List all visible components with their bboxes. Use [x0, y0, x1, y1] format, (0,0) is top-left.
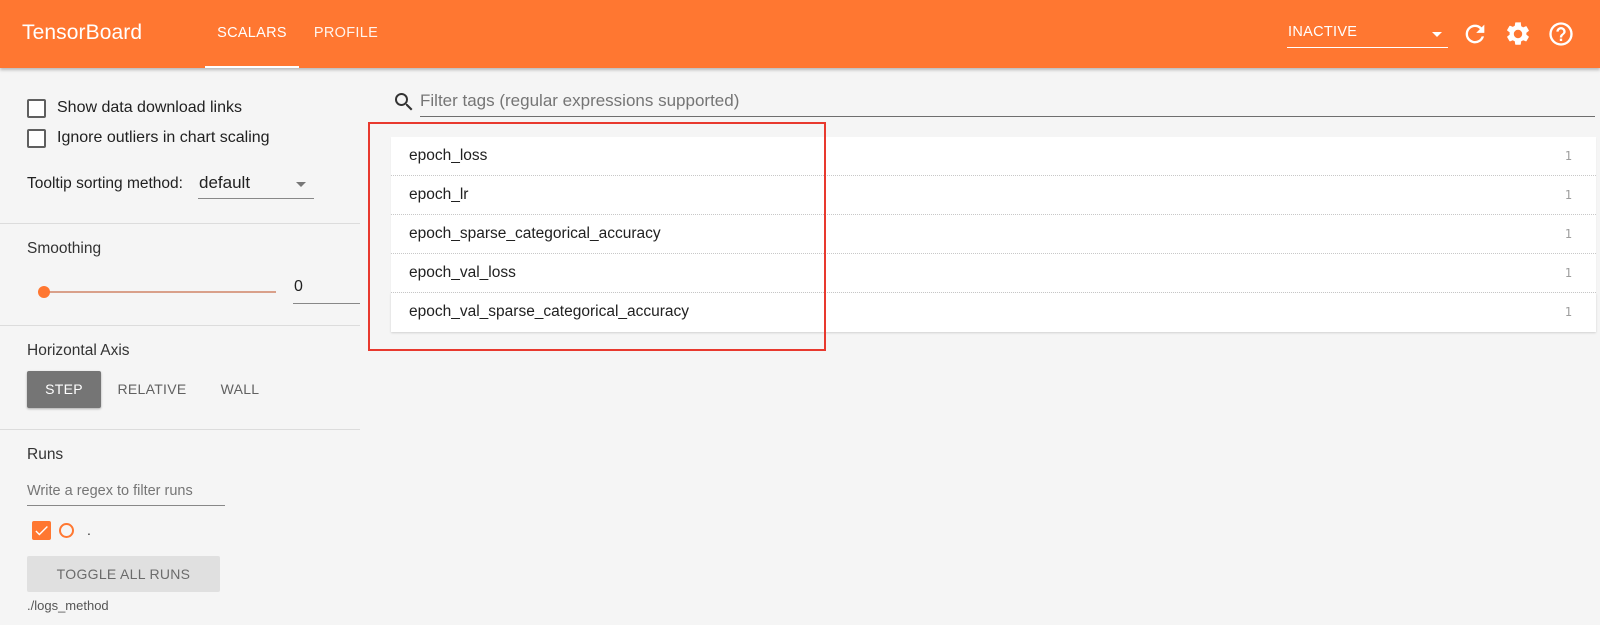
run-name: .: [87, 522, 91, 538]
tag-group-row[interactable]: epoch_lr 1: [391, 176, 1596, 215]
smoothing-input[interactable]: 0: [293, 272, 360, 304]
tab-profile[interactable]: PROFILE: [310, 0, 382, 68]
app-title: TensorBoard: [22, 21, 143, 44]
run-color-radio[interactable]: [59, 522, 74, 538]
divider: [0, 429, 360, 430]
chevron-down-icon: [1432, 32, 1442, 37]
tooltip-sort-select[interactable]: default: [198, 171, 314, 199]
smoothing-slider-knob[interactable]: [38, 286, 50, 298]
tag-count: 1: [1564, 149, 1572, 163]
tag-group-row[interactable]: epoch_val_sparse_categorical_accuracy 1: [391, 293, 1596, 332]
runs-filter-input[interactable]: Write a regex to filter runs: [27, 478, 225, 506]
tag-count: 1: [1564, 188, 1572, 202]
divider: [0, 223, 360, 224]
tag-name: epoch_loss: [409, 147, 488, 164]
tag-group-row[interactable]: epoch_sparse_categorical_accuracy 1: [391, 215, 1596, 254]
tooltip-sort-value: default: [199, 173, 251, 192]
axis-wall-button[interactable]: WALL: [205, 371, 275, 408]
show-download-links-label: Show data download links: [57, 99, 243, 116]
runs-title: Runs: [27, 446, 64, 463]
status-select-value: INACTIVE: [1288, 24, 1358, 40]
ignore-outliers-label: Ignore outliers in chart scaling: [57, 129, 270, 146]
divider: [0, 325, 360, 326]
tag-name: epoch_sparse_categorical_accuracy: [409, 225, 661, 242]
tag-filter-input[interactable]: Filter tags (regular expressions support…: [420, 88, 1595, 117]
logdir-label: ./logs_method: [27, 598, 109, 613]
tag-name: epoch_val_sparse_categorical_accuracy: [409, 303, 690, 320]
tag-group-row[interactable]: epoch_val_loss 1: [391, 254, 1596, 293]
checkbox-box[interactable]: [27, 128, 46, 148]
smoothing-title: Smoothing: [27, 240, 102, 257]
ignore-outliers-checkbox[interactable]: Ignore outliers in chart scaling: [27, 127, 270, 149]
show-download-links-checkbox[interactable]: Show data download links: [27, 97, 242, 119]
axis-step-button[interactable]: STEP: [27, 371, 101, 408]
help-icon[interactable]: [1547, 20, 1575, 48]
horizontal-axis-title: Horizontal Axis: [27, 342, 130, 359]
tag-count: 1: [1564, 266, 1572, 280]
tag-list: epoch_loss 1 epoch_lr 1 epoch_sparse_cat…: [391, 137, 1596, 332]
tooltip-sort-label: Tooltip sorting method:: [27, 175, 183, 192]
top-toolbar: TensorBoard SCALARS PROFILE INACTIVE: [0, 0, 1600, 68]
axis-relative-button[interactable]: RELATIVE: [111, 371, 193, 408]
chevron-down-icon: [296, 182, 306, 187]
tab-scalars[interactable]: SCALARS: [205, 0, 299, 68]
gear-icon[interactable]: [1504, 20, 1532, 48]
run-checkbox[interactable]: [32, 520, 51, 540]
tag-group-row[interactable]: epoch_loss 1: [391, 137, 1596, 176]
reload-icon[interactable]: [1461, 20, 1489, 48]
sidebar: Show data download links Ignore outliers…: [0, 68, 360, 625]
smoothing-slider-track[interactable]: [44, 291, 276, 293]
tag-name: epoch_val_loss: [409, 264, 516, 281]
search-icon: [392, 90, 416, 114]
run-item: .: [32, 519, 91, 541]
plugin-status-select[interactable]: INACTIVE: [1287, 22, 1448, 48]
tag-count: 1: [1564, 305, 1572, 319]
toggle-all-runs-button[interactable]: TOGGLE ALL RUNS: [27, 556, 220, 592]
checkbox-box[interactable]: [27, 98, 46, 118]
tag-name: epoch_lr: [409, 186, 469, 203]
check-icon: [35, 525, 48, 535]
tag-count: 1: [1564, 227, 1572, 241]
